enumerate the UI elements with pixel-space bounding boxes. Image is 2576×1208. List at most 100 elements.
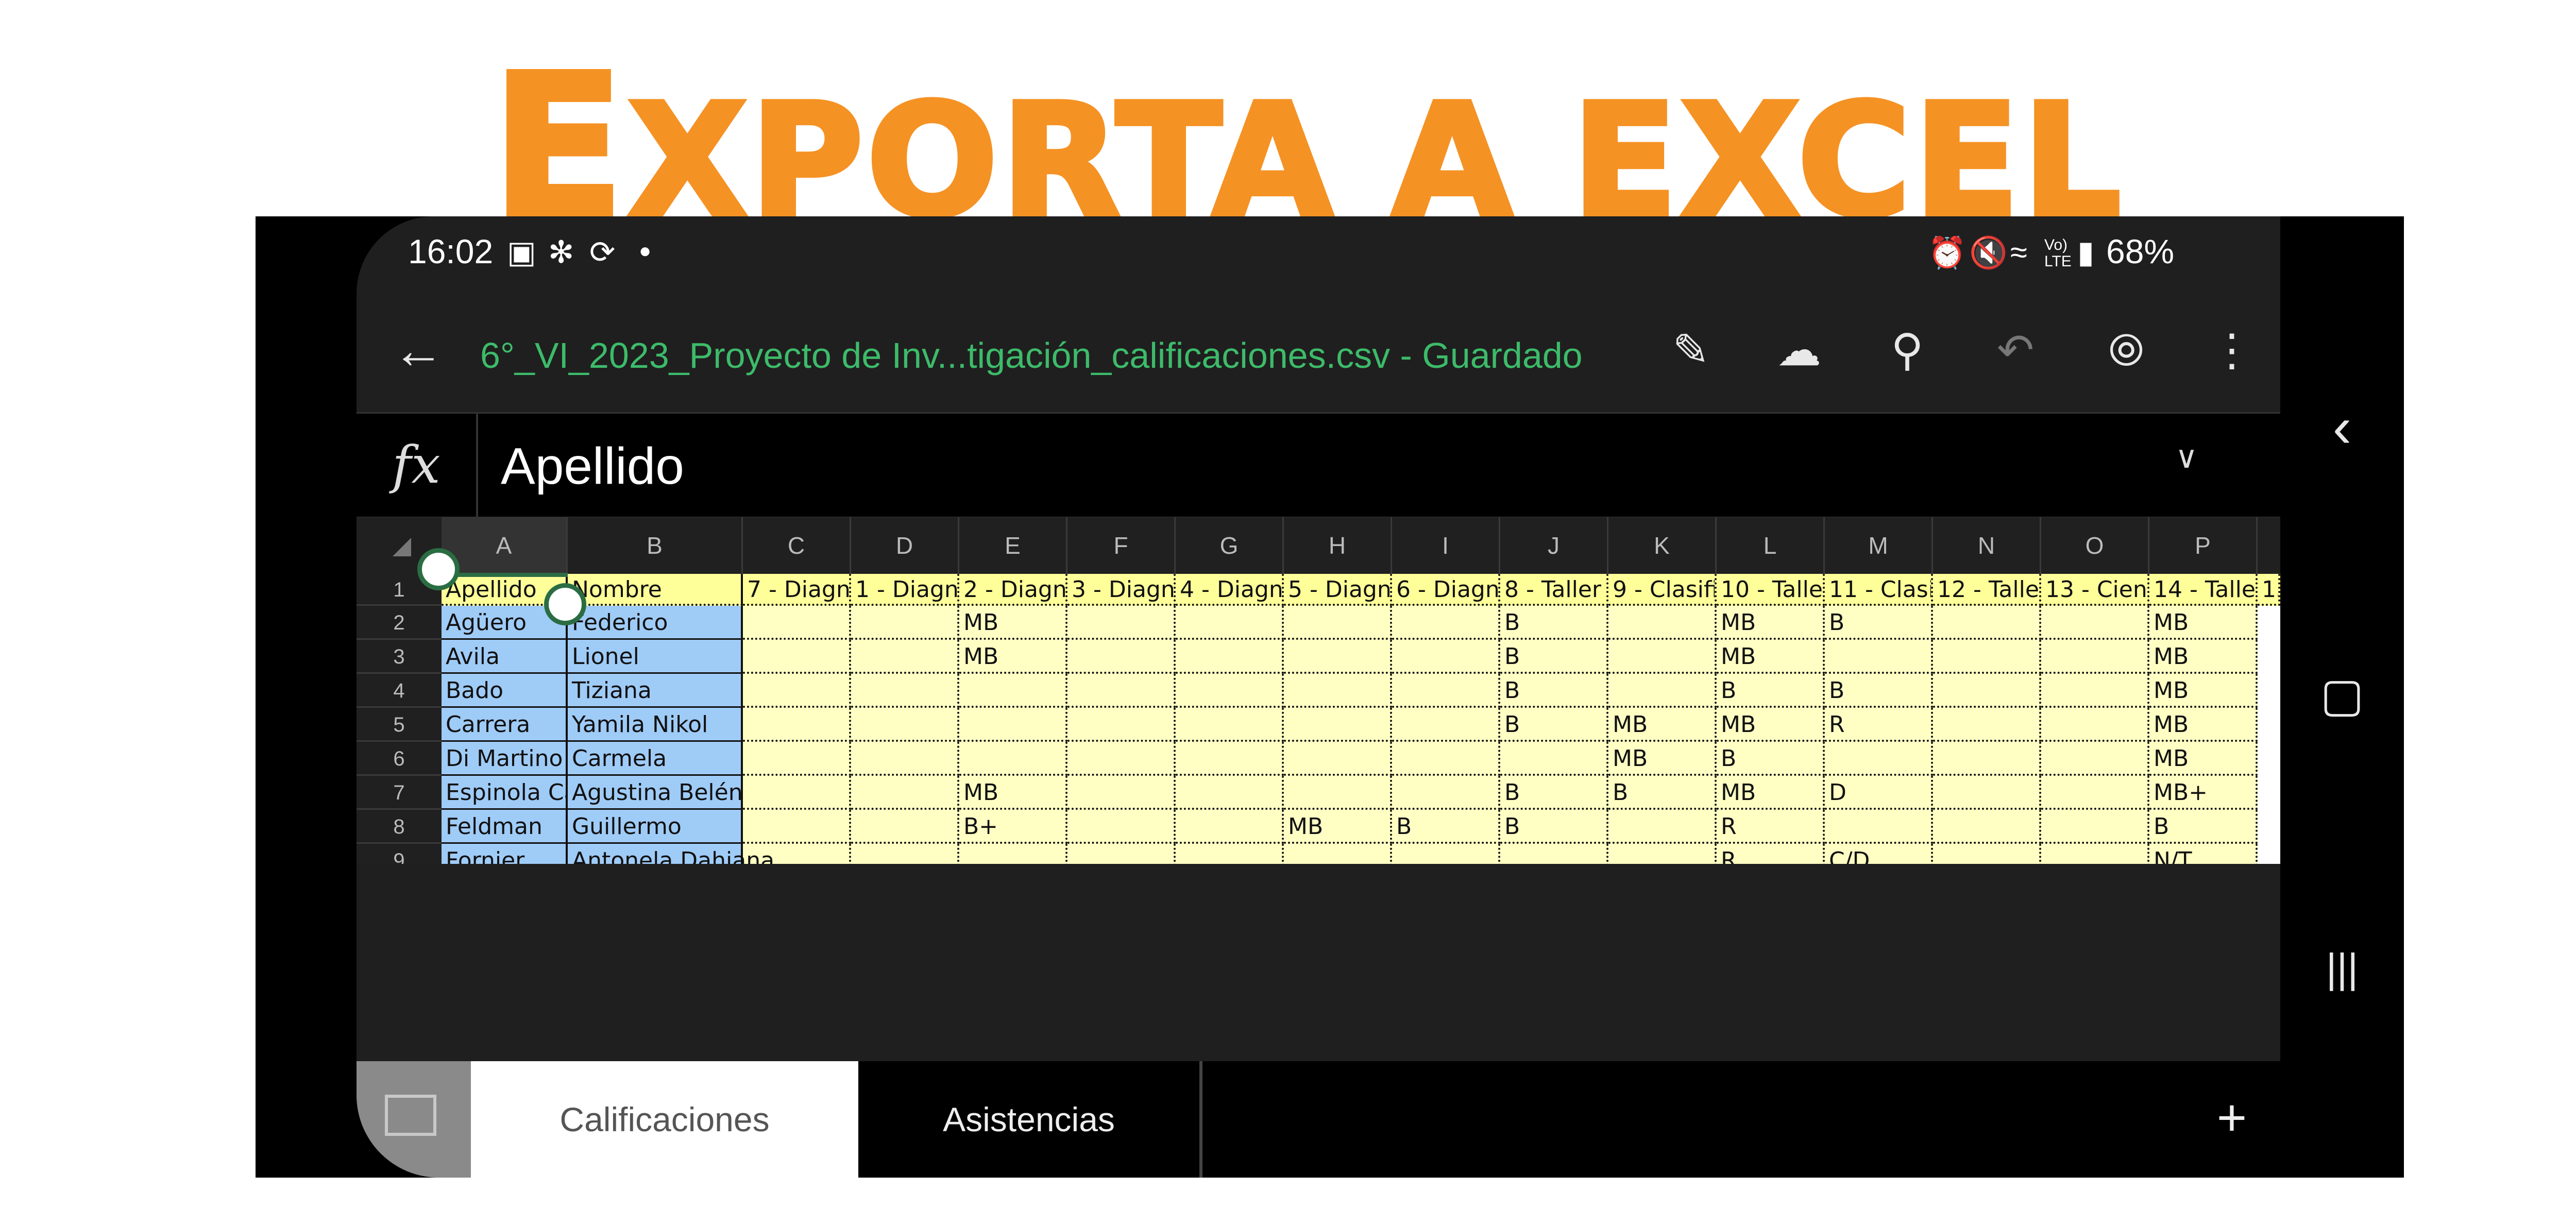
grade-cell[interactable] (1176, 844, 1284, 864)
surname-cell[interactable]: Espinola Ca (442, 776, 578, 810)
header-cell[interactable]: 7 - Diagnó (743, 574, 851, 606)
back-arrow-icon[interactable]: ← (387, 319, 449, 381)
grade-cell[interactable] (1608, 844, 1717, 864)
tab-calificaciones[interactable]: Calificaciones (471, 1061, 858, 1178)
column-header-i[interactable]: I (1392, 517, 1500, 574)
nav-home-icon[interactable]: ▢ (2311, 665, 2373, 726)
firstname-cell[interactable]: Antonela Dahiana (568, 844, 774, 864)
spreadsheet-grid[interactable]: ABCDEFGHIJKLMNOP 1 Apellido Nombre 7 - Diag… (357, 517, 2280, 864)
firstname-cell[interactable]: Yamila Nikol (568, 708, 743, 742)
grade-cell[interactable] (1067, 776, 1176, 810)
column-header-e[interactable]: E (959, 517, 1067, 574)
grade-cell[interactable] (1608, 674, 1717, 708)
grade-cell[interactable]: B (2149, 810, 2258, 844)
grade-cell[interactable] (2041, 844, 2149, 864)
grade-cell[interactable] (743, 810, 851, 844)
grade-cell[interactable]: MB (2149, 742, 2258, 776)
grade-cell[interactable] (1392, 640, 1500, 674)
row-header-5[interactable]: 5 (357, 708, 442, 742)
surname-cell[interactable]: Feldman (442, 810, 568, 844)
grade-cell[interactable]: MB (1717, 640, 1825, 674)
grade-cell[interactable] (1067, 640, 1176, 674)
grade-cell[interactable]: MB (1608, 708, 1717, 742)
grade-cell[interactable]: MB (1717, 708, 1825, 742)
grade-cell[interactable] (1933, 708, 2041, 742)
grade-cell[interactable] (743, 674, 851, 708)
grade-cell[interactable] (1392, 776, 1500, 810)
grade-cell[interactable] (743, 776, 851, 810)
grade-cell[interactable] (1933, 606, 2041, 640)
grade-cell[interactable] (1392, 606, 1500, 640)
row-header-4[interactable]: 4 (357, 674, 442, 708)
grade-cell[interactable] (1284, 844, 1392, 864)
grade-cell[interactable] (1392, 742, 1500, 776)
header-cell[interactable]: 10 - Taller (1717, 574, 1825, 606)
grade-cell[interactable] (1500, 742, 1608, 776)
grade-cell[interactable] (1067, 708, 1176, 742)
grade-cell[interactable] (851, 640, 959, 674)
grade-cell[interactable]: R (1717, 844, 1825, 864)
grade-cell[interactable]: MB+ (2149, 776, 2258, 810)
column-header-h[interactable]: H (1284, 517, 1392, 574)
grade-cell[interactable] (2041, 810, 2149, 844)
grade-cell[interactable]: MB (2149, 674, 2258, 708)
header-cell[interactable]: 11 - Clasif (1825, 574, 1933, 606)
grade-cell[interactable]: B (1717, 742, 1825, 776)
header-cell[interactable]: 15 (2258, 574, 2280, 606)
grade-cell[interactable] (1825, 640, 1933, 674)
grade-cell[interactable]: MB (1284, 810, 1392, 844)
grade-cell[interactable] (1067, 844, 1176, 864)
grade-cell[interactable] (1176, 606, 1284, 640)
grade-cell[interactable] (2041, 708, 2149, 742)
firstname-cell[interactable]: Guillermo (568, 810, 743, 844)
column-header-p[interactable]: P (2149, 517, 2258, 574)
row-header-3[interactable]: 3 (357, 640, 442, 674)
firstname-cell[interactable]: Tiziana (568, 674, 743, 708)
grade-cell[interactable] (1608, 640, 1717, 674)
header-cell[interactable]: 6 - Diagnó (1392, 574, 1500, 606)
grade-cell[interactable] (1284, 742, 1392, 776)
grade-cell[interactable]: R (1717, 810, 1825, 844)
grade-cell[interactable]: B (1392, 810, 1500, 844)
firstname-cell[interactable]: Agustina Belén (568, 776, 743, 810)
grade-cell[interactable] (743, 742, 851, 776)
grade-cell[interactable] (1067, 810, 1176, 844)
surname-cell[interactable]: Avila (442, 640, 568, 674)
firstname-cell[interactable]: Federico (568, 606, 743, 640)
undo-icon[interactable]: ↶ (1985, 319, 2046, 381)
header-cell[interactable]: 9 - Clasific (1608, 574, 1717, 606)
row-header-7[interactable]: 7 (357, 776, 442, 810)
surname-cell[interactable]: Bado (442, 674, 568, 708)
column-header-g[interactable]: G (1176, 517, 1284, 574)
grade-cell[interactable] (1933, 844, 2041, 864)
grade-cell[interactable] (1176, 776, 1284, 810)
grade-cell[interactable] (1933, 640, 2041, 674)
grade-cell[interactable] (2041, 776, 2149, 810)
grade-cell[interactable] (1392, 674, 1500, 708)
grade-cell[interactable] (1067, 742, 1176, 776)
grade-cell[interactable] (1176, 674, 1284, 708)
grade-cell[interactable] (851, 708, 959, 742)
grade-cell[interactable]: MB (1608, 742, 1717, 776)
grade-cell[interactable] (743, 640, 851, 674)
grade-cell[interactable] (1176, 742, 1284, 776)
grade-cell[interactable]: B (1825, 606, 1933, 640)
row-header-8[interactable]: 8 (357, 810, 442, 844)
grade-cell[interactable] (851, 810, 959, 844)
header-cell[interactable]: 14 - Taller (2149, 574, 2258, 606)
grade-cell[interactable]: B (1500, 640, 1608, 674)
format-pen-icon[interactable]: ✎ (1660, 319, 1722, 381)
grade-cell[interactable] (1933, 742, 2041, 776)
row-header-6[interactable]: 6 (357, 742, 442, 776)
grade-cell[interactable]: B (1825, 674, 1933, 708)
grade-cell[interactable] (1067, 606, 1176, 640)
grade-cell[interactable] (1608, 606, 1717, 640)
grade-cell[interactable] (1608, 810, 1717, 844)
grade-cell[interactable] (1284, 674, 1392, 708)
header-cell[interactable]: 13 - Cienc (2041, 574, 2149, 606)
formula-value[interactable]: Apellido (501, 437, 684, 496)
grade-cell[interactable] (1176, 640, 1284, 674)
column-header-d[interactable]: D (851, 517, 959, 574)
grade-cell[interactable]: MB (959, 776, 1067, 810)
more-options-icon[interactable]: ⋮ (2201, 319, 2263, 381)
